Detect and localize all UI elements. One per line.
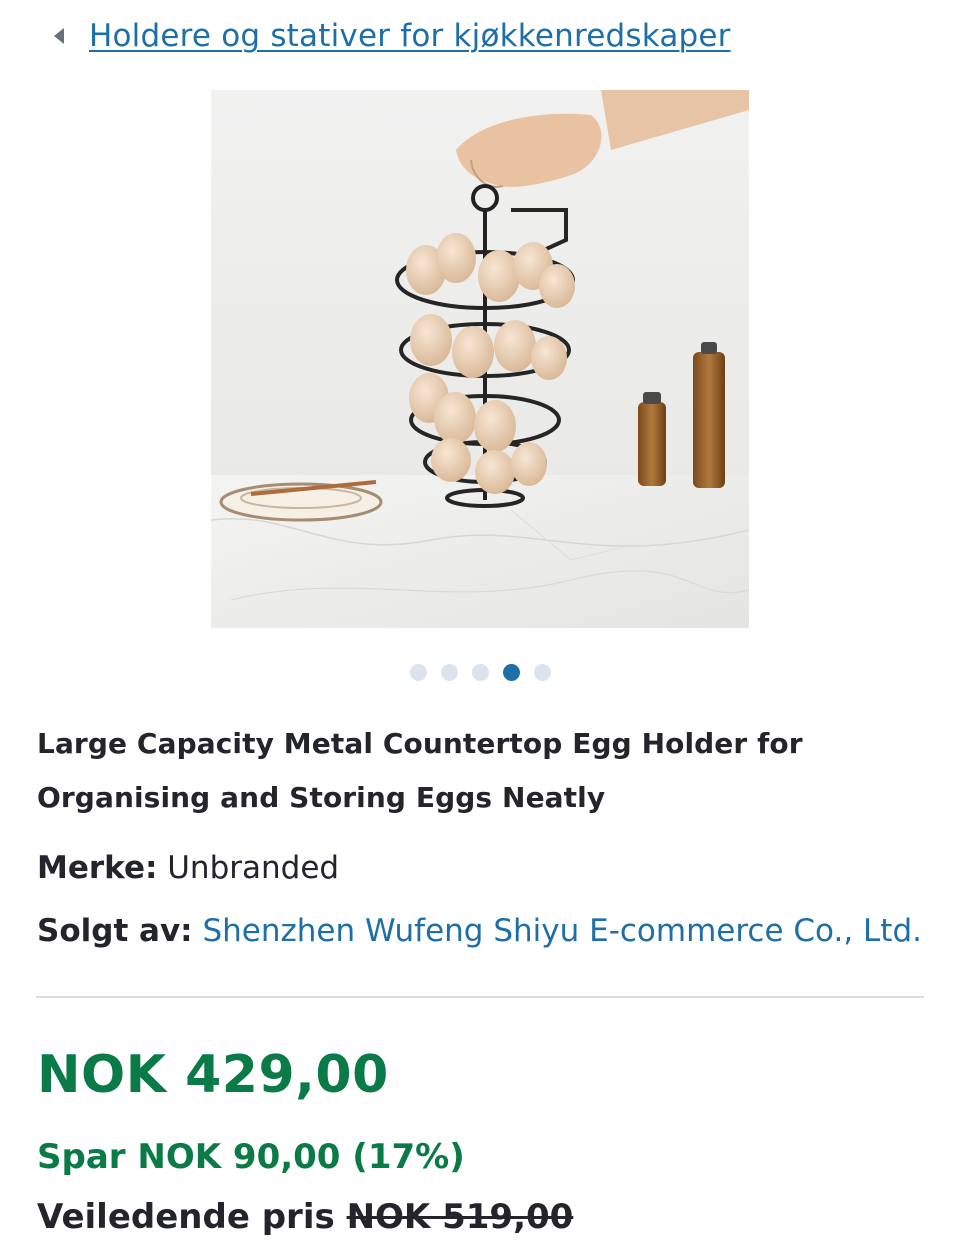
product-page: Holdere og stativer for kjøkkenredskaper — [0, 0, 960, 1242]
brand-row: Merke: Unbranded — [37, 850, 339, 886]
seller-row: Solgt av: Shenzhen Wufeng Shiyu E-commer… — [37, 913, 922, 949]
gallery-dot[interactable] — [471, 664, 489, 681]
current-price: NOK 429,00 — [37, 1045, 389, 1105]
breadcrumb[interactable]: Holdere og stativer for kjøkkenredskaper — [54, 14, 731, 58]
rrp-row: Veiledende pris NOK 519,00 — [37, 1197, 573, 1237]
gallery-dot[interactable] — [440, 664, 458, 681]
rrp-label: Veiledende pris — [37, 1197, 335, 1237]
gallery-dots[interactable] — [0, 664, 960, 681]
chevron-left-icon[interactable] — [54, 28, 64, 44]
brand-value: Unbranded — [167, 850, 340, 886]
brand-label: Merke: — [37, 850, 158, 886]
savings-text: Spar NOK 90,00 (17%) — [37, 1137, 465, 1177]
gallery-dot[interactable] — [533, 664, 551, 681]
rrp-price: NOK 519,00 — [346, 1197, 574, 1237]
egg-holder-photo — [211, 90, 749, 628]
gallery-dot[interactable] — [409, 664, 427, 681]
gallery-dot-active[interactable] — [502, 664, 520, 681]
seller-link[interactable]: Shenzhen Wufeng Shiyu E-commerce Co., Lt… — [202, 913, 922, 949]
seller-label: Solgt av: — [37, 913, 193, 949]
product-image[interactable] — [211, 90, 749, 628]
divider — [36, 996, 924, 998]
product-title: Large Capacity Metal Countertop Egg Hold… — [37, 727, 803, 814]
breadcrumb-link[interactable]: Holdere og stativer for kjøkkenredskaper — [89, 18, 731, 54]
